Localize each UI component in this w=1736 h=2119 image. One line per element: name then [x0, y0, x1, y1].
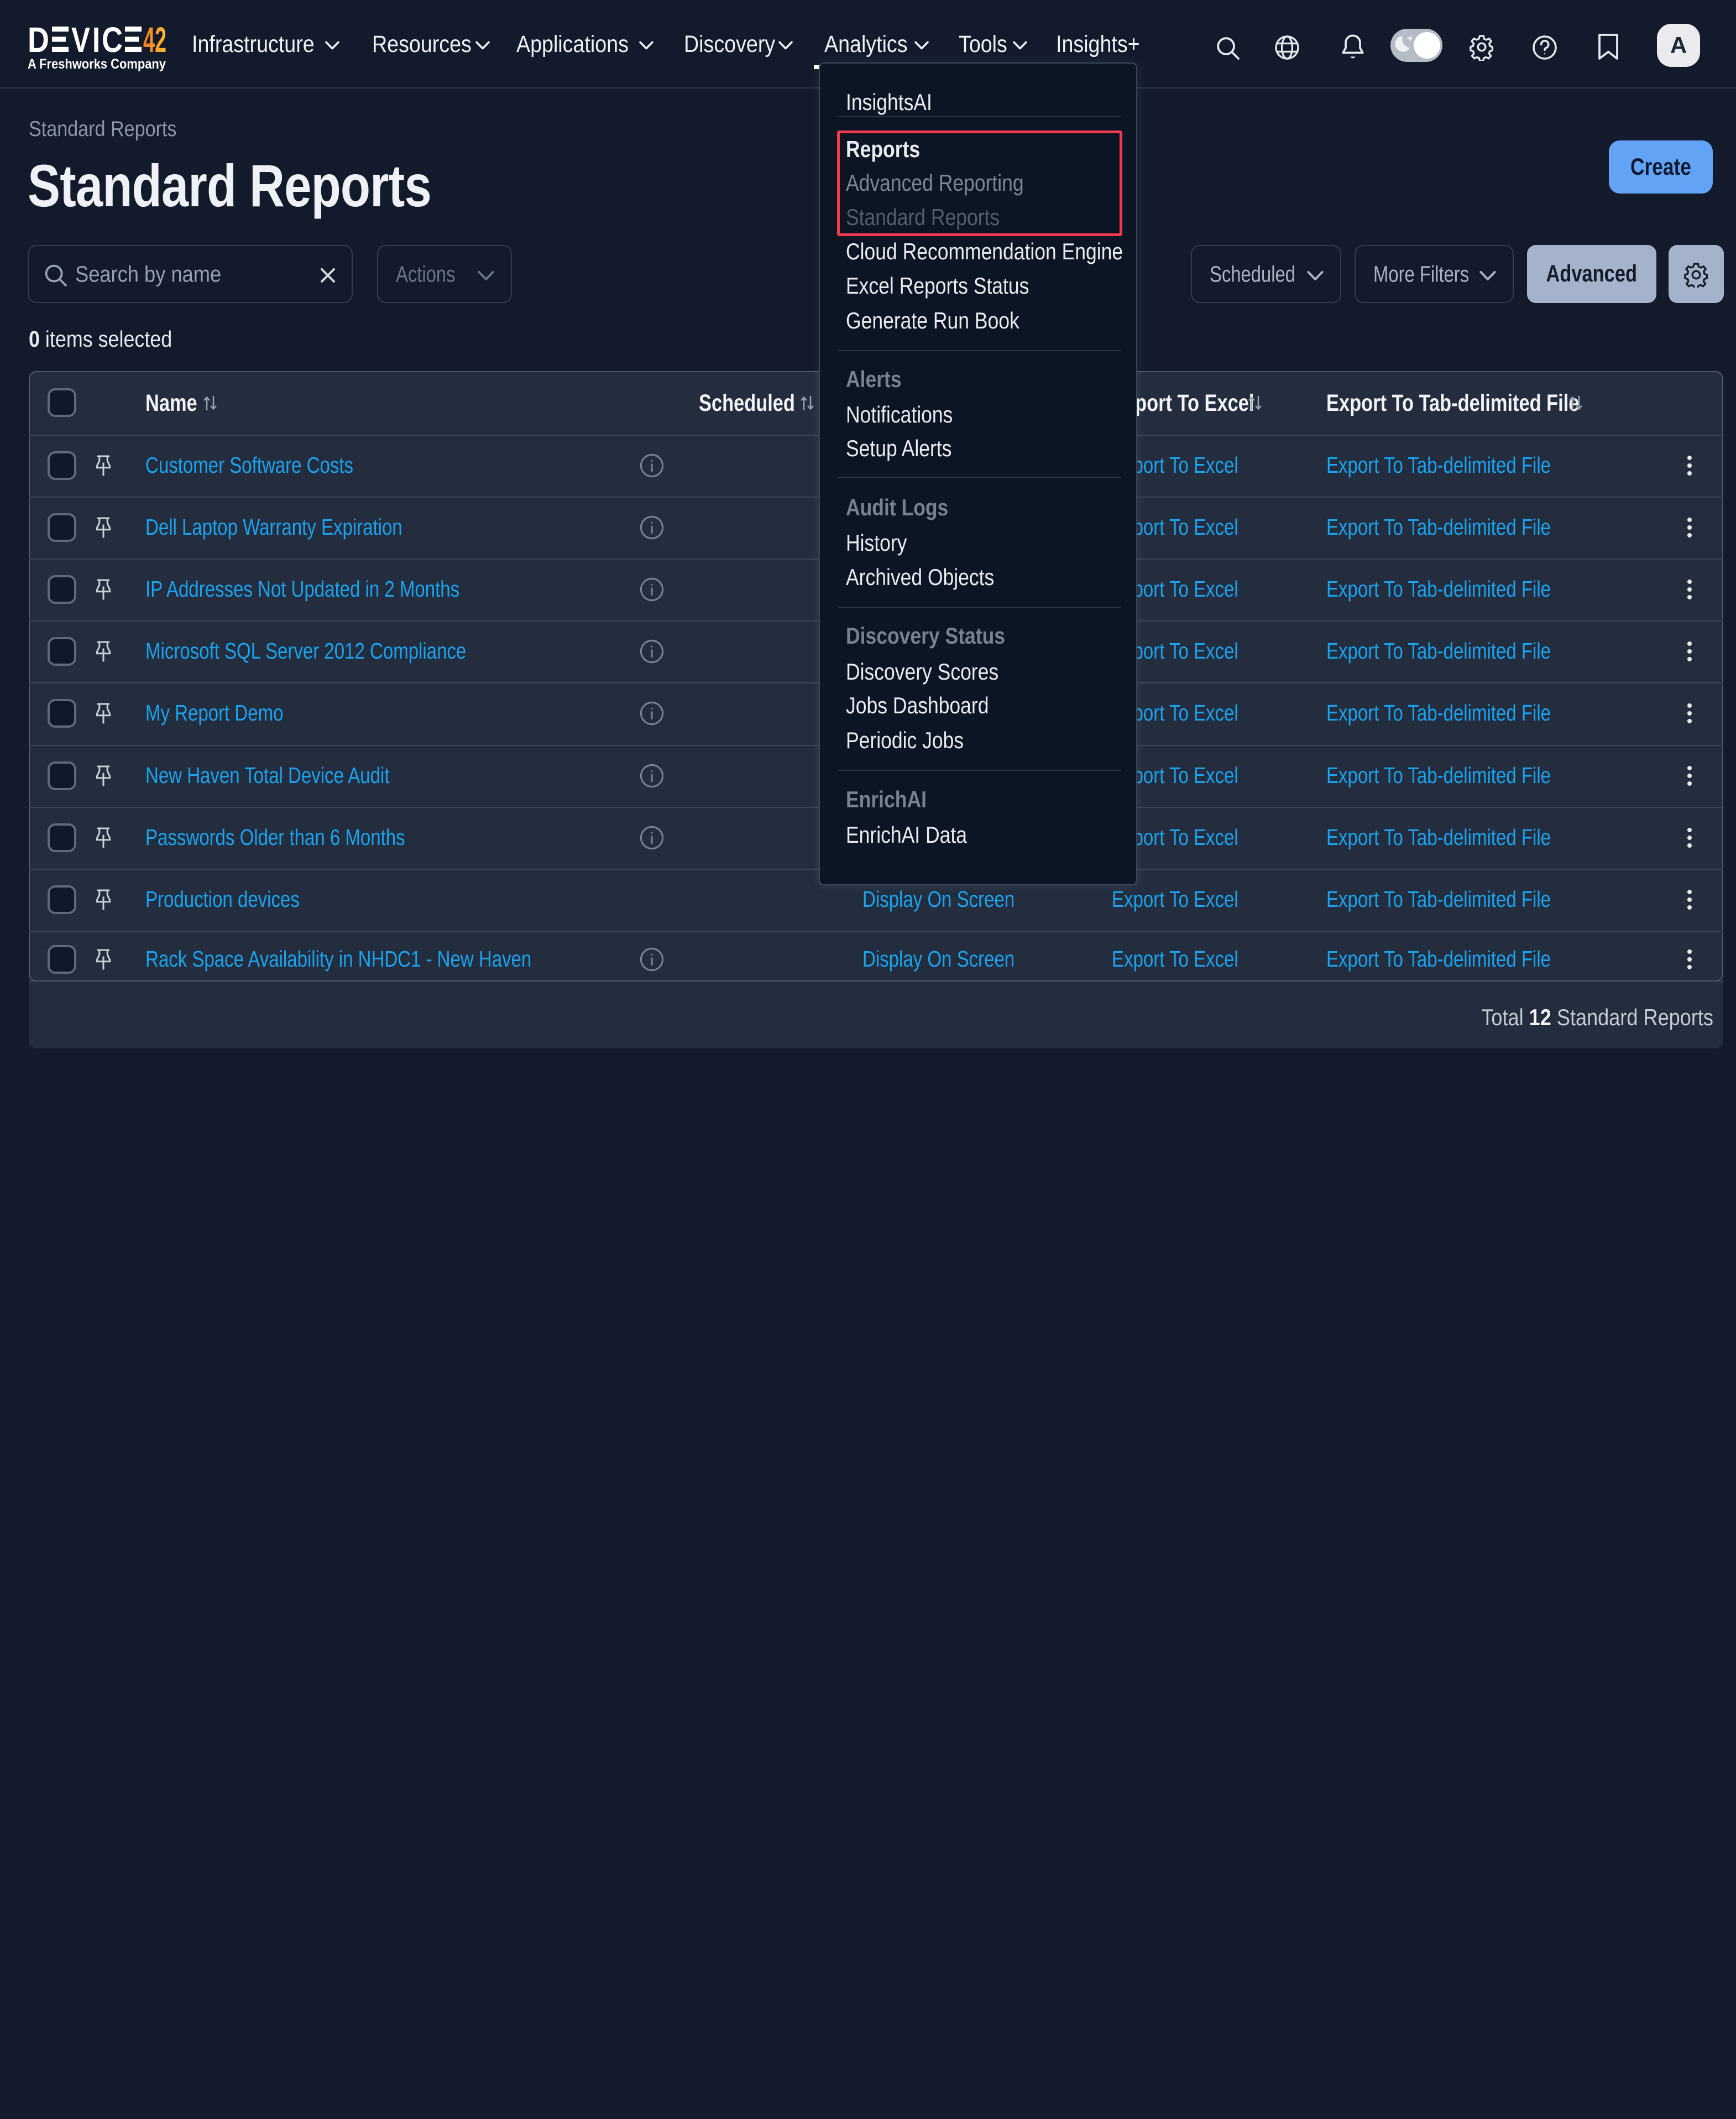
svg-text:A Freshworks Company: A Freshworks Company	[28, 56, 166, 72]
svg-text:D: D	[28, 27, 49, 60]
svg-text:I: I	[92, 27, 100, 60]
svg-text:C: C	[102, 27, 123, 60]
svg-text:V: V	[71, 27, 90, 60]
svg-text:42: 42	[143, 27, 166, 60]
